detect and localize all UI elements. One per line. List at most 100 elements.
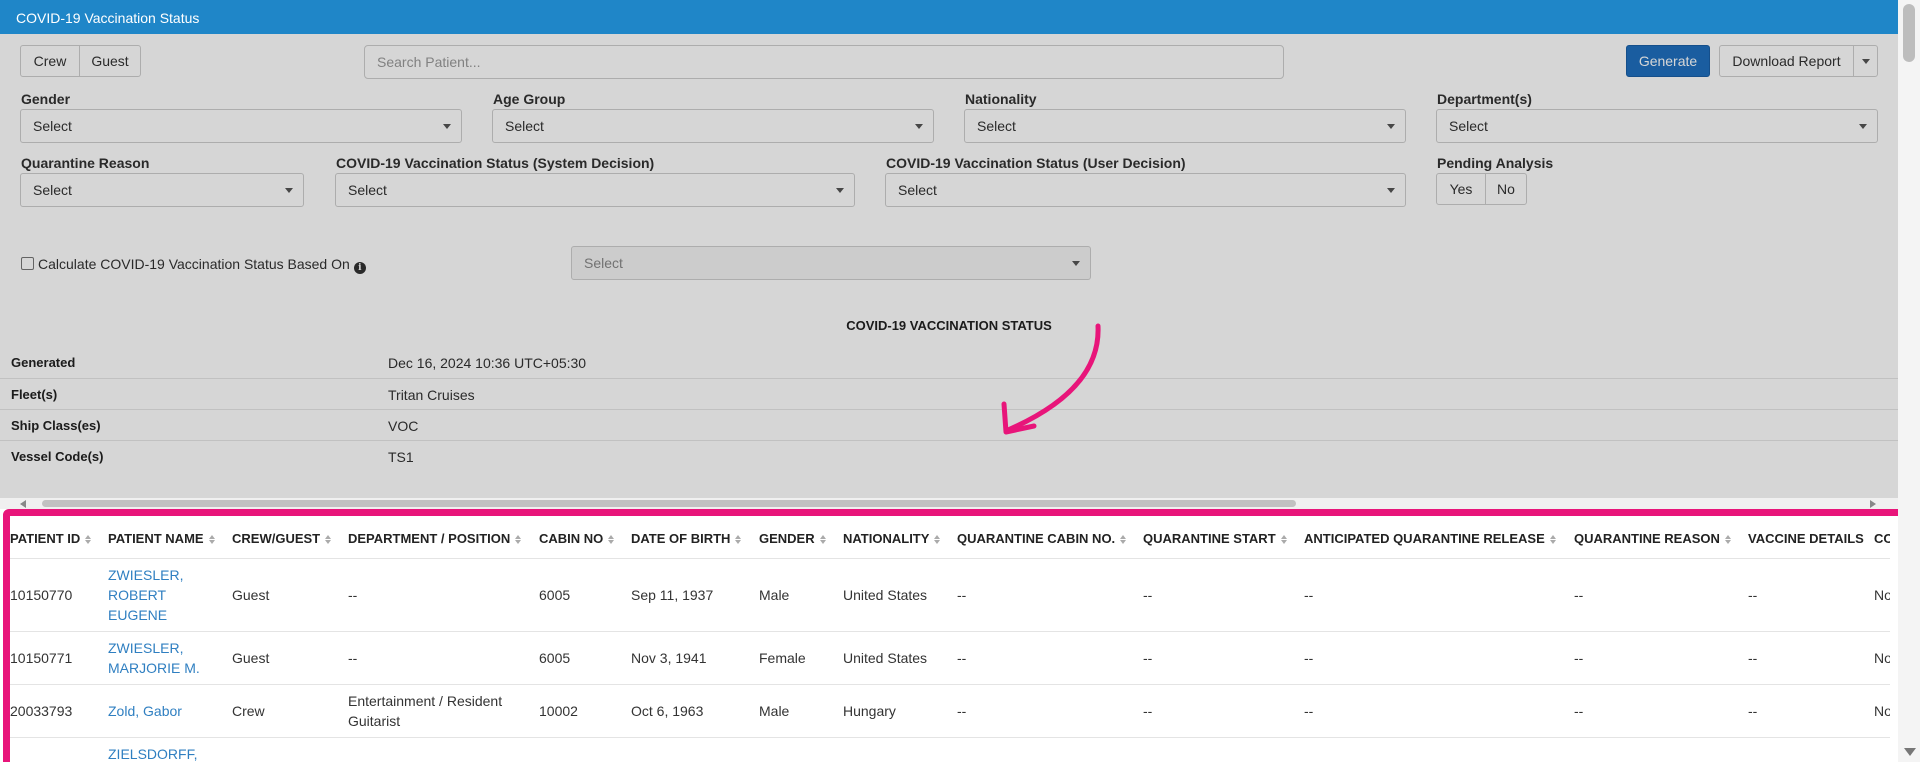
age-group-select[interactable]: Select — [492, 109, 934, 143]
table-row[interactable]: 10150770 ZWIESLER, ROBERT EUGENE Guest -… — [10, 557, 1890, 631]
horizontal-scrollbar[interactable] — [0, 498, 1898, 509]
sort-icon[interactable] — [1280, 535, 1287, 545]
caret-down-icon — [1861, 58, 1870, 64]
sort-icon[interactable] — [1724, 535, 1731, 545]
download-options-dropdown[interactable] — [1853, 45, 1878, 77]
system-decision-label: COVID-19 Vaccination Status (System Deci… — [336, 155, 655, 171]
column-header-gender[interactable]: GENDER — [759, 520, 843, 558]
calculate-basis-select[interactable]: Select — [571, 246, 1091, 280]
caret-down-icon — [915, 124, 923, 129]
cell-crew-guest: Guest — [232, 557, 348, 631]
vertical-scrollbar[interactable] — [1898, 0, 1920, 762]
sort-icon[interactable] — [325, 535, 332, 545]
column-header-text: VACCINE DETAILS — [1748, 531, 1864, 547]
cell-quarantine-cabin: -- — [957, 557, 1143, 631]
cell-patient-name-link[interactable]: Zold, Gabor — [108, 683, 232, 737]
meta-key: Vessel Code(s) — [11, 449, 104, 464]
system-decision-select-value: Select — [348, 182, 387, 198]
calculate-basis-select-value: Select — [584, 255, 623, 271]
quarantine-reason-select[interactable]: Select — [20, 173, 304, 207]
crew-toggle-button[interactable]: Crew — [20, 45, 80, 77]
download-report-button[interactable]: Download Report — [1719, 45, 1854, 77]
cell-patient-name-link[interactable]: ZWIESLER, MARJORIE M. — [108, 630, 232, 684]
cell-department — [348, 736, 539, 762]
cell-vaccine-details: -- — [1748, 557, 1874, 631]
sort-icon[interactable] — [1120, 535, 1127, 545]
column-header-nationality[interactable]: NATIONALITY — [843, 520, 957, 558]
column-header-vaccine-details[interactable]: VACCINE DETAILS — [1748, 520, 1874, 558]
column-header-patient-id[interactable]: PATIENT ID — [10, 520, 108, 558]
scroll-right-icon[interactable] — [1870, 500, 1876, 508]
table-row[interactable]: 20033793 Zold, Gabor Crew Entertainment … — [10, 683, 1890, 737]
sort-icon[interactable] — [208, 535, 215, 545]
gender-select[interactable]: Select — [20, 109, 462, 143]
departments-select[interactable]: Select — [1436, 109, 1878, 143]
column-header-quarantine-start[interactable]: QUARANTINE START — [1143, 520, 1304, 558]
caret-down-icon — [1387, 188, 1395, 193]
nationality-select-value: Select — [977, 118, 1016, 134]
horizontal-scroll-thumb[interactable] — [42, 500, 1296, 507]
sort-icon[interactable] — [735, 535, 742, 545]
cell-quarantine-reason: -- — [1574, 557, 1748, 631]
meta-value: Tritan Cruises — [388, 387, 475, 403]
caret-down-icon — [1387, 124, 1395, 129]
guest-toggle-button[interactable]: Guest — [79, 45, 141, 77]
table-row[interactable]: ZIELSDORFF, — [10, 736, 1890, 762]
calculate-status-checkbox[interactable] — [21, 257, 34, 270]
column-header-cabin-no[interactable]: CABIN NO — [539, 520, 631, 558]
meta-row-fleets: Fleet(s) Tritan Cruises — [0, 378, 1898, 409]
cell-dob — [631, 736, 759, 762]
cell-patient-name-link[interactable]: ZWIESLER, ROBERT EUGENE — [108, 557, 232, 631]
sort-icon[interactable] — [515, 535, 522, 545]
caret-down-icon — [836, 188, 844, 193]
age-group-label: Age Group — [493, 91, 566, 107]
cell-patient-id: 10150771 — [10, 630, 108, 684]
quarantine-reason-select-value: Select — [33, 182, 72, 198]
info-icon[interactable]: i — [353, 262, 366, 274]
column-header-text: CO — [1874, 531, 1890, 547]
column-header-quarantine-cabin[interactable]: QUARANTINE CABIN NO. — [957, 520, 1143, 558]
scroll-left-icon[interactable] — [20, 500, 26, 508]
column-header-co[interactable]: CO — [1874, 520, 1890, 558]
caret-down-icon — [285, 188, 293, 193]
column-header-quarantine-reason[interactable]: QUARANTINE REASON — [1574, 520, 1748, 558]
sort-icon[interactable] — [85, 535, 92, 545]
column-header-date-of-birth[interactable]: DATE OF BIRTH — [631, 520, 759, 558]
meta-row-vessel-codes: Vessel Code(s) TS1 — [0, 440, 1898, 471]
cell-patient-id: 20033793 — [10, 683, 108, 737]
sort-icon[interactable] — [934, 535, 941, 545]
column-header-anticipated-release[interactable]: ANTICIPATED QUARANTINE RELEASE — [1304, 520, 1574, 558]
cell-nationality: Hungary — [843, 683, 957, 737]
nationality-label: Nationality — [965, 91, 1037, 107]
search-patient-input[interactable] — [364, 45, 1284, 79]
table-row[interactable]: 10150771 ZWIESLER, MARJORIE M. Guest -- … — [10, 630, 1890, 684]
scroll-down-icon[interactable] — [1904, 748, 1916, 756]
cell-quarantine-cabin: -- — [957, 683, 1143, 737]
cell-vaccine-details — [1748, 736, 1874, 762]
pending-no-button[interactable]: No — [1485, 173, 1527, 205]
cell-nationality: United States — [843, 630, 957, 684]
cell-cabin-no: 6005 — [539, 630, 631, 684]
generate-button[interactable]: Generate — [1626, 45, 1710, 77]
meta-value: VOC — [388, 418, 419, 434]
cell-crew-guest: Crew — [232, 683, 348, 737]
sort-icon[interactable] — [1549, 535, 1556, 545]
cell-vaccine-details: -- — [1748, 630, 1874, 684]
departments-select-value: Select — [1449, 118, 1488, 134]
sort-icon[interactable] — [819, 535, 826, 545]
pending-yes-button[interactable]: Yes — [1436, 173, 1486, 205]
column-header-text: DEPARTMENT / POSITION — [348, 531, 511, 547]
system-decision-select[interactable]: Select — [335, 173, 855, 207]
cell-quarantine-cabin — [957, 736, 1143, 762]
cell-patient-name-link[interactable]: ZIELSDORFF, — [108, 736, 232, 762]
vertical-scroll-thumb[interactable] — [1903, 4, 1915, 62]
sort-icon[interactable] — [608, 535, 615, 545]
age-group-select-value: Select — [505, 118, 544, 134]
nationality-select[interactable]: Select — [964, 109, 1406, 143]
column-header-department-position[interactable]: DEPARTMENT / POSITION — [348, 520, 539, 558]
column-header-patient-name[interactable]: PATIENT NAME — [108, 520, 232, 558]
user-decision-select[interactable]: Select — [885, 173, 1406, 207]
cell-quarantine-start: -- — [1143, 557, 1304, 631]
cell-quarantine-reason — [1574, 736, 1748, 762]
column-header-crew-guest[interactable]: CREW/GUEST — [232, 520, 348, 558]
